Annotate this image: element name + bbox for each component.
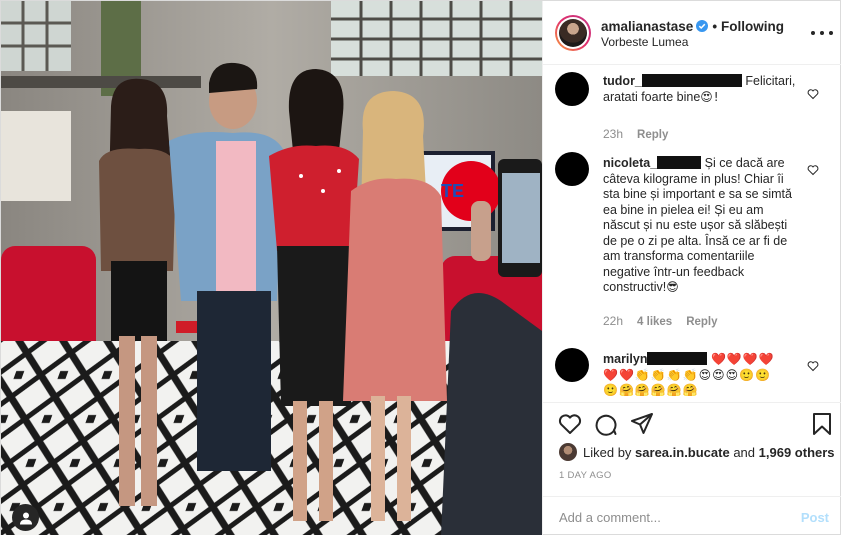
liker-username[interactable]: sarea.in.bucate [635, 445, 730, 460]
post-actions-bar: Liked by sarea.in.bucate and 1,969 other… [543, 402, 841, 462]
liked-by-prefix: Liked by [583, 444, 632, 460]
like-heart-icon[interactable] [557, 411, 583, 437]
author-avatar[interactable] [555, 15, 591, 51]
tv-logo-text: TE [441, 181, 464, 201]
post-photo[interactable]: TE [1, 1, 542, 535]
comment-text: tudor_ Felicitari, aratati foarte bine😍! [603, 74, 803, 105]
following-button[interactable]: Following [721, 19, 784, 34]
comment-meta: 22h 4 likes Reply [603, 314, 732, 328]
comment-text: nicoleta_ Și ce dacă are câteva kilogram… [603, 156, 803, 296]
reply-button[interactable]: Reply [637, 129, 668, 141]
commenter-avatar[interactable] [555, 152, 589, 186]
commenter-username[interactable]: marilyn [603, 352, 647, 366]
comment-emoji: ❤️❤️👏👏👏👏😍😍😍🙂🙂 [603, 367, 772, 382]
share-icon[interactable] [629, 411, 655, 437]
user-icon [19, 512, 32, 524]
liked-by-and: and [733, 444, 756, 460]
comment-emoji: 😎 [666, 280, 680, 294]
author-line: amalianastase • Following [601, 19, 784, 34]
post-timestamp[interactable]: 1 DAY AGO [559, 470, 612, 481]
comment-line: câteva kilograme in plus! Chiar îi [603, 171, 784, 186]
comment-likes[interactable]: 4 likes [637, 316, 672, 328]
comment-line: aratati foarte bine [603, 89, 701, 104]
comment-line: sta bine și important e sa se simtă [603, 187, 792, 201]
comment-line: ea bine in pielea ei! Și eu am [603, 202, 764, 217]
comment-emoji: 😍! [700, 89, 720, 104]
comment-composer: Post [543, 496, 841, 535]
liker-avatar[interactable] [559, 443, 577, 461]
comment-time[interactable]: 23h [603, 127, 623, 141]
comment-text: marilyn ❤️❤️❤️❤️ ❤️❤️👏👏👏👏😍😍😍🙂🙂 🙂🤗🤗🤗🤗🤗 [603, 352, 803, 399]
others-likes-link[interactable]: 1,969 others [759, 445, 835, 460]
more-dot-icon [811, 31, 815, 35]
more-dot-icon [820, 31, 824, 35]
like-comment-heart-icon[interactable] [807, 164, 819, 176]
comment-line: Felicitari, [745, 74, 796, 88]
commenter-avatar[interactable] [555, 348, 589, 382]
post-side-panel: amalianastase • Following Vorbeste Lumea t… [542, 1, 841, 535]
likes-summary: Liked by sarea.in.bucate and 1,969 other… [559, 443, 835, 461]
post-location[interactable]: Vorbeste Lumea [601, 35, 688, 49]
photo-illustration: TE [1, 1, 542, 535]
comment-time[interactable]: 22h [603, 314, 623, 328]
post-comment-button[interactable]: Post [801, 510, 829, 525]
commenter-username[interactable]: nicoleta_ [603, 156, 657, 170]
comment-line: născut și nu este ușor să slăbești [603, 218, 788, 232]
author-avatar-image [559, 19, 587, 47]
comment-line: am transforma comentariile [603, 249, 755, 263]
redacted-name [647, 352, 708, 365]
header-separator: • [712, 19, 718, 34]
commenter-username[interactable]: tudor_ [603, 74, 642, 88]
verified-badge-icon [696, 20, 709, 32]
comments-list[interactable]: tudor_ Felicitari, aratati foarte bine😍!… [543, 66, 841, 402]
tagged-users-button[interactable] [12, 504, 39, 531]
post-modal: TE amalianastase • Following Vorbeste Lu… [0, 0, 841, 535]
save-bookmark-icon[interactable] [809, 411, 835, 437]
comment-line: Și ce dacă are [704, 156, 785, 170]
comment-bubble-icon[interactable] [593, 411, 619, 437]
more-dot-icon [829, 31, 833, 35]
comment-emoji: ❤️❤️❤️❤️ [710, 352, 775, 366]
add-comment-input[interactable] [559, 508, 779, 526]
like-comment-heart-icon[interactable] [807, 360, 819, 372]
reply-button[interactable]: Reply [686, 316, 717, 328]
more-options-button[interactable] [811, 23, 833, 43]
comment-meta: 23h Reply [603, 127, 682, 141]
comment-emoji: 🙂🤗🤗🤗🤗🤗 [603, 383, 699, 397]
commenter-avatar[interactable] [555, 72, 589, 106]
post-header: amalianastase • Following Vorbeste Lumea [543, 1, 841, 65]
author-username[interactable]: amalianastase [601, 19, 693, 34]
comment-line: negative într-un feedback [603, 264, 745, 279]
comment-line: constructiv! [603, 280, 667, 294]
comment-line: de pe o zi pe alta. Însă ce ar fi de [603, 233, 788, 248]
redacted-name [657, 156, 702, 169]
like-comment-heart-icon[interactable] [807, 88, 819, 100]
redacted-name [641, 74, 742, 87]
